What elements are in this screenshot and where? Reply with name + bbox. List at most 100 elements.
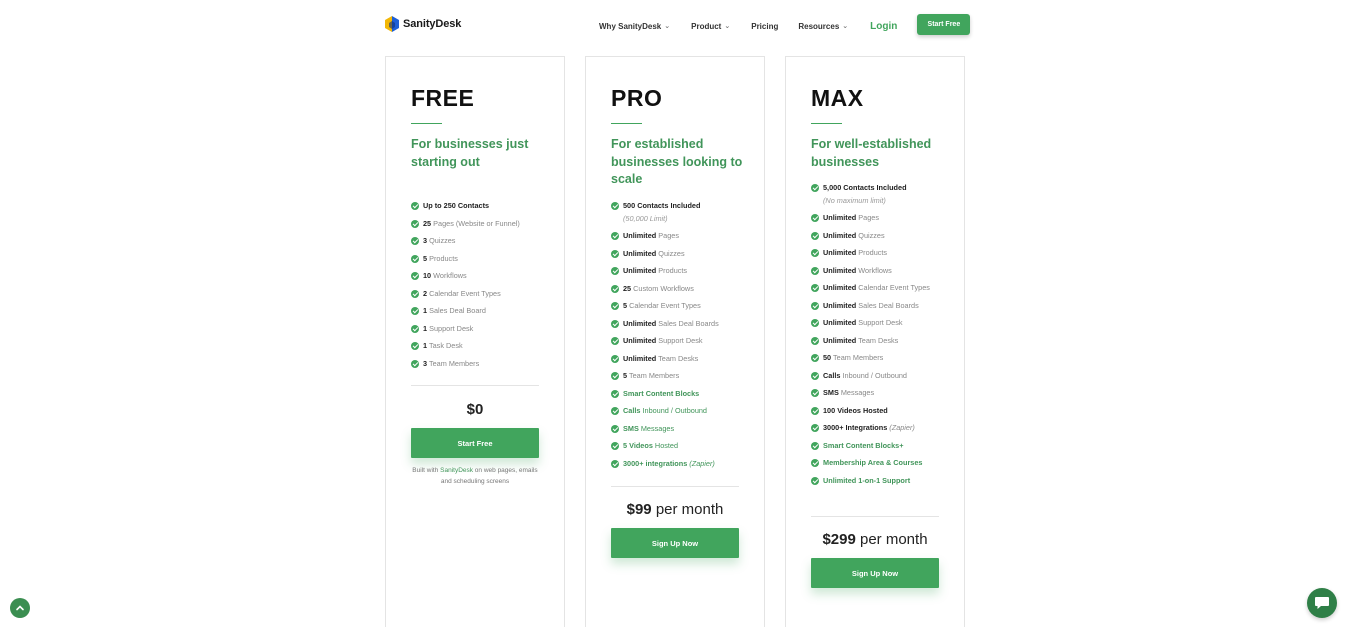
feature-highlight: Calls bbox=[823, 370, 841, 380]
feature-highlight: 3000+ Integrations bbox=[823, 423, 888, 432]
feature-highlight: 25 bbox=[423, 218, 432, 228]
price-divider bbox=[411, 385, 539, 386]
sign-up-pro-button[interactable]: Sign Up Now bbox=[611, 528, 739, 558]
check-circle-icon bbox=[411, 289, 419, 298]
feature-item: 1 Task Desk bbox=[411, 340, 551, 353]
check-circle-icon bbox=[811, 354, 819, 362]
feature-item: 1 Sales Deal Board bbox=[411, 305, 551, 318]
feature-item: Unlimited Calendar Event Types bbox=[811, 282, 951, 295]
feature-text: 3000+ Integrations (Zapier) bbox=[823, 422, 951, 435]
feature-highlight: Smart Content Blocks bbox=[623, 388, 700, 398]
nav-why-sanitydesk[interactable]: Why SanityDesk ⌄ bbox=[599, 22, 670, 31]
feature-text: Up to 250 Contacts bbox=[423, 200, 551, 213]
feature-item: Unlimited Workflows bbox=[811, 265, 951, 278]
check-circle-icon bbox=[411, 202, 419, 210]
feature-item: Calls Inbound / Outbound bbox=[611, 405, 751, 418]
feature-text: 3 Quizzes bbox=[423, 235, 551, 248]
feature-item: Unlimited Pages bbox=[611, 230, 751, 243]
feature-item: 25 Custom Workflows bbox=[611, 283, 751, 296]
feature-detail: Support Desk bbox=[427, 323, 474, 333]
feature-detail: Team Members bbox=[831, 353, 884, 362]
feature-text: Membership Area & Courses bbox=[823, 457, 951, 470]
feature-detail: Sales Deal Boards bbox=[656, 318, 719, 328]
feature-item: Unlimited Team Desks bbox=[611, 353, 751, 366]
feature-highlight: Calls bbox=[623, 406, 641, 415]
feature-highlight: Unlimited bbox=[823, 213, 857, 222]
check-circle-icon bbox=[811, 406, 819, 415]
plan-footnote: Built with SanityDesk on web pages, emai… bbox=[411, 465, 539, 487]
feature-item: 5 Products bbox=[411, 253, 551, 266]
check-circle-icon bbox=[811, 184, 819, 192]
feature-text: SMS Messages bbox=[623, 423, 751, 436]
feature-highlight: Unlimited bbox=[823, 283, 857, 292]
feature-detail: Hosted bbox=[652, 441, 679, 450]
login-link[interactable]: Login bbox=[870, 21, 897, 32]
check-circle-icon bbox=[611, 319, 619, 328]
feature-item: SMS Messages bbox=[811, 387, 951, 400]
check-circle-icon bbox=[611, 354, 619, 363]
feature-text: Unlimited 1-on-1 Support bbox=[823, 475, 951, 488]
check-circle-icon bbox=[411, 237, 419, 245]
feature-detail: Pages bbox=[656, 231, 679, 240]
feature-detail: (Zapier) bbox=[887, 423, 915, 432]
feature-text: Unlimited Quizzes bbox=[823, 230, 951, 243]
feature-text: Calls Inbound / Outbound bbox=[623, 405, 751, 418]
check-circle-icon bbox=[611, 232, 619, 240]
feature-text: 3 Team Members bbox=[423, 358, 551, 371]
feature-text: 1 Task Desk bbox=[423, 340, 551, 353]
plan-price: $99 per month bbox=[611, 501, 739, 518]
logo-icon bbox=[385, 16, 399, 32]
feature-text: 25 Pages (Website or Funnel) bbox=[423, 218, 551, 231]
price-amount: $0 bbox=[466, 401, 484, 418]
feature-detail: Sales Deal Boards bbox=[856, 300, 919, 310]
feature-highlight: Unlimited bbox=[823, 265, 857, 275]
feature-detail: Calendar Event Types bbox=[856, 283, 930, 292]
nav-resources[interactable]: Resources ⌄ bbox=[798, 22, 848, 31]
check-circle-icon bbox=[611, 337, 619, 345]
feature-item: Unlimited Sales Deal Boards bbox=[611, 318, 751, 331]
start-free-button[interactable]: Start Free bbox=[411, 428, 539, 458]
brand-logo[interactable]: SanityDesk bbox=[385, 16, 461, 32]
check-circle-icon bbox=[811, 459, 819, 467]
plan-tagline: For well-established businesses bbox=[811, 137, 932, 169]
nav-why-label: Why SanityDesk bbox=[599, 22, 662, 31]
feature-detail: Calendar Event Types bbox=[427, 288, 501, 298]
plan-divider bbox=[411, 123, 442, 124]
sign-up-max-button[interactable]: Sign Up Now bbox=[811, 558, 939, 588]
feature-item: Unlimited Support Desk bbox=[811, 317, 951, 330]
start-free-header-button[interactable]: Start Free bbox=[917, 14, 971, 35]
feature-text: Unlimited Calendar Event Types bbox=[823, 282, 951, 295]
feature-highlight: 25 bbox=[623, 283, 632, 293]
check-circle-icon bbox=[811, 214, 819, 222]
chevron-up-icon bbox=[16, 605, 24, 611]
check-circle-icon bbox=[811, 371, 819, 380]
feature-item: SMS Messages bbox=[611, 423, 751, 436]
scroll-to-top-button[interactable] bbox=[10, 598, 30, 618]
main-nav: Why SanityDesk ⌄ Product ⌄ Pricing Resou… bbox=[599, 14, 971, 35]
plan-name: PRO bbox=[611, 85, 663, 111]
feature-text: 5 Calendar Event Types bbox=[623, 300, 751, 313]
feature-item: Unlimited Products bbox=[811, 247, 951, 260]
feature-item: 50 Team Members bbox=[811, 352, 951, 365]
feature-detail: Quizzes bbox=[427, 236, 456, 245]
feature-text: Unlimited Products bbox=[623, 265, 751, 278]
nav-pricing[interactable]: Pricing bbox=[751, 22, 778, 31]
feature-highlight: 500 Contacts Included bbox=[623, 201, 701, 210]
feature-detail: (Zapier) bbox=[687, 458, 715, 468]
nav-product[interactable]: Product ⌄ bbox=[691, 22, 730, 31]
feature-item: 5 Calendar Event Types bbox=[611, 300, 751, 313]
feature-detail: Pages (Website or Funnel) bbox=[431, 218, 520, 228]
check-circle-icon bbox=[811, 389, 819, 397]
feature-item: Unlimited Team Desks bbox=[811, 335, 951, 348]
price-divider bbox=[611, 486, 739, 487]
feature-text: Unlimited Pages bbox=[623, 230, 751, 243]
feature-highlight: Membership Area & Courses bbox=[823, 458, 923, 467]
feature-item: 500 Contacts Included (50,000 Limit) bbox=[611, 200, 751, 225]
footnote-brand-link[interactable]: SanityDesk bbox=[440, 467, 473, 474]
feature-highlight: 5 Videos bbox=[623, 441, 653, 450]
feature-item: 3000+ Integrations (Zapier) bbox=[811, 422, 951, 435]
feature-highlight: 10 bbox=[423, 271, 432, 280]
chat-widget-button[interactable] bbox=[1307, 588, 1337, 618]
feature-text: Unlimited Sales Deal Boards bbox=[623, 318, 751, 331]
nav-product-label: Product bbox=[691, 22, 722, 31]
